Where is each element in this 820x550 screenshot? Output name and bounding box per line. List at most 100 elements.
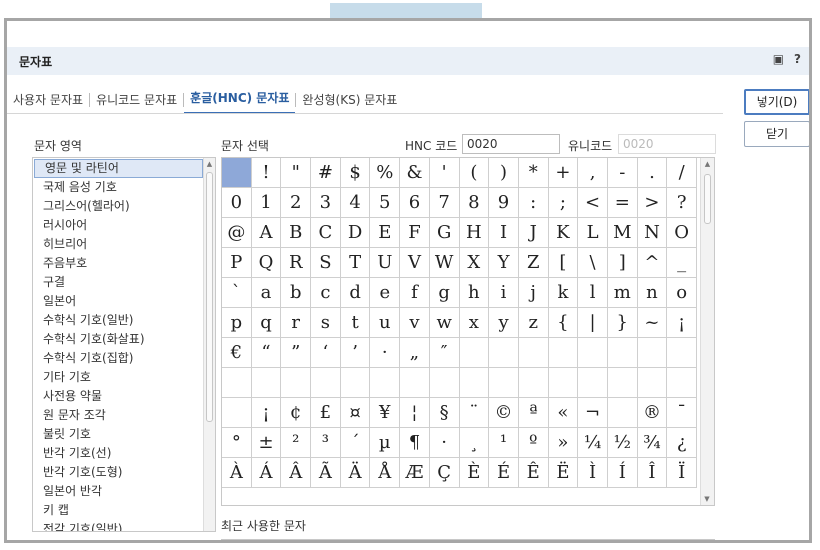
char-cell[interactable]: ¨ — [459, 398, 490, 428]
area-list-item[interactable]: 수학식 기호(화살표) — [33, 330, 215, 349]
char-cell[interactable]: } — [607, 308, 638, 338]
char-cell[interactable]: 1 — [251, 188, 282, 218]
char-cell[interactable]: $ — [340, 158, 371, 188]
area-list-item[interactable]: 영문 및 라틴어 — [34, 159, 203, 178]
char-cell[interactable]: “ — [251, 338, 282, 368]
hnc-code-input[interactable]: 0020 — [462, 134, 560, 154]
area-list-item[interactable]: 전각 기호(일반) — [33, 520, 215, 531]
char-cell[interactable] — [459, 338, 490, 368]
char-cell[interactable]: _ — [667, 248, 697, 278]
char-cell[interactable]: T — [340, 248, 371, 278]
char-cell[interactable]: S — [311, 248, 341, 278]
char-cell[interactable]: Ë — [548, 458, 579, 488]
char-cell[interactable] — [578, 368, 608, 398]
char-cell[interactable]: U — [370, 248, 401, 278]
area-list-item[interactable]: 일본어 반각 — [33, 482, 215, 501]
char-cell[interactable]: j — [518, 278, 549, 308]
char-cell[interactable]: ’ — [340, 338, 371, 368]
char-cell[interactable]: º — [518, 428, 549, 458]
char-cell[interactable]: [ — [548, 248, 579, 278]
scroll-thumb[interactable] — [206, 172, 213, 422]
char-cell[interactable]: & — [400, 158, 430, 188]
area-list-item[interactable]: 반각 기호(도형) — [33, 463, 215, 482]
char-cell[interactable]: @ — [222, 218, 252, 248]
char-cell[interactable] — [607, 398, 638, 428]
area-list-item[interactable]: 주음부호 — [33, 254, 215, 273]
char-cell[interactable]: 7 — [429, 188, 460, 218]
char-cell[interactable]: 2 — [281, 188, 312, 218]
char-cell[interactable]: k — [548, 278, 579, 308]
area-list-item[interactable]: 일본어 — [33, 292, 215, 311]
char-cell[interactable]: P — [222, 248, 252, 278]
char-cell[interactable] — [311, 368, 341, 398]
char-area-list[interactable]: 영문 및 라틴어 국제 음성 기호 그리스어(헬라어) 러시아어 히브리어 주음부호 구결 일… — [32, 157, 216, 532]
char-cell[interactable]: § — [429, 398, 460, 428]
char-cell[interactable]: 6 — [400, 188, 430, 218]
char-cell[interactable]: À — [222, 458, 252, 488]
char-cell[interactable] — [518, 368, 549, 398]
char-cell[interactable]: Î — [637, 458, 668, 488]
char-cell[interactable]: ` — [222, 278, 252, 308]
char-cell[interactable]: Ê — [518, 458, 549, 488]
char-cell[interactable]: : — [518, 188, 549, 218]
char-cell[interactable]: D — [340, 218, 371, 248]
char-cell[interactable] — [548, 338, 579, 368]
char-cell[interactable] — [222, 398, 252, 428]
char-cell[interactable]: H — [459, 218, 490, 248]
char-cell[interactable]: ¡ — [251, 398, 282, 428]
char-cell[interactable]: ¶ — [400, 428, 430, 458]
char-cell[interactable]: c — [311, 278, 341, 308]
char-cell[interactable]: Æ — [400, 458, 430, 488]
char-cell[interactable]: ) — [489, 158, 519, 188]
scroll-up-icon[interactable]: ▲ — [701, 158, 714, 170]
char-cell[interactable]: , — [578, 158, 608, 188]
char-cell[interactable]: ; — [548, 188, 579, 218]
area-list-item[interactable]: 히브리어 — [33, 235, 215, 254]
char-cell[interactable]: R — [281, 248, 312, 278]
char-cell[interactable]: ! — [251, 158, 282, 188]
char-cell[interactable]: ½ — [607, 428, 638, 458]
scroll-down-icon[interactable]: ▼ — [701, 493, 713, 505]
recent-slot[interactable] — [268, 542, 299, 543]
char-cell[interactable]: C — [311, 218, 341, 248]
char-cell[interactable]: + — [548, 158, 579, 188]
char-cell[interactable]: v — [400, 308, 430, 338]
char-cell[interactable]: ¯ — [667, 398, 697, 428]
char-cell[interactable]: s — [311, 308, 341, 338]
char-cell[interactable]: o — [667, 278, 697, 308]
char-cell[interactable]: J — [518, 218, 549, 248]
recent-chars-box[interactable] — [221, 539, 715, 543]
char-cell[interactable]: q — [251, 308, 282, 338]
char-cell[interactable]: ] — [607, 248, 638, 278]
char-cell[interactable]: m — [607, 278, 638, 308]
area-list-scrollbar[interactable]: ▲ — [203, 158, 215, 531]
char-cell[interactable]: f — [400, 278, 430, 308]
tab-hnc-chars[interactable]: 훈글(HNC) 문자표 — [184, 86, 296, 114]
char-cell[interactable]: Ï — [667, 458, 697, 488]
char-cell[interactable]: ¡ — [667, 308, 697, 338]
char-cell[interactable]: \ — [578, 248, 608, 278]
char-cell[interactable]: M — [607, 218, 638, 248]
char-cell[interactable] — [459, 368, 490, 398]
window-icon[interactable]: ▣ — [773, 52, 784, 66]
char-cell[interactable]: ‘ — [311, 338, 341, 368]
char-cell[interactable]: ( — [459, 158, 490, 188]
char-cell[interactable]: ″ — [429, 338, 460, 368]
char-cell[interactable]: ? — [667, 188, 697, 218]
char-cell[interactable]: G — [429, 218, 460, 248]
insert-button[interactable]: 넣기(D) — [744, 89, 809, 115]
char-cell[interactable]: 4 — [340, 188, 371, 218]
char-cell[interactable]: " — [281, 158, 312, 188]
char-cell[interactable]: u — [370, 308, 401, 338]
char-cell[interactable] — [637, 368, 668, 398]
char-cell[interactable] — [222, 368, 252, 398]
char-cell[interactable]: 8 — [459, 188, 490, 218]
tab-user-chars[interactable]: 사용자 문자표 — [7, 87, 89, 113]
char-cell[interactable]: ¬ — [578, 398, 608, 428]
char-cell[interactable]: L — [578, 218, 608, 248]
char-cell[interactable] — [281, 368, 312, 398]
char-cell[interactable] — [518, 338, 549, 368]
char-cell[interactable]: % — [370, 158, 401, 188]
char-cell[interactable]: » — [548, 428, 579, 458]
char-cell[interactable]: . — [637, 158, 668, 188]
